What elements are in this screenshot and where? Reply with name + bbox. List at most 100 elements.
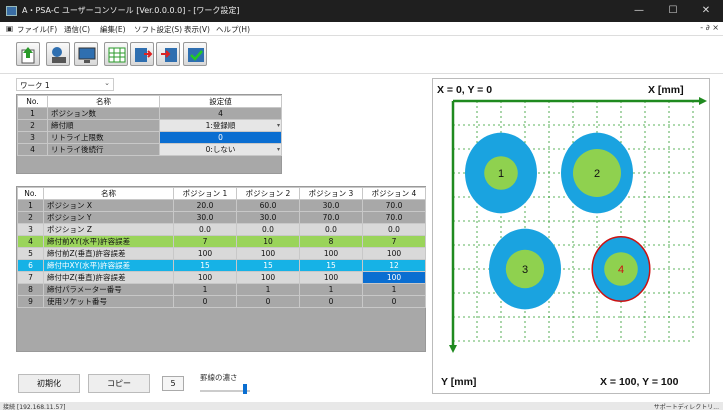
cell-value[interactable]: 70.0 — [299, 211, 363, 224]
work-select[interactable]: ワーク 1 ⌄ — [16, 78, 114, 91]
row-number: 2 — [17, 119, 48, 132]
cell-value[interactable]: 20.0 — [173, 199, 237, 212]
table-row[interactable]: 8 締付パラメーター番号 1 1 1 1 — [17, 283, 426, 296]
left-panel: ワーク 1 ⌄ No. 名称 設定値 1 ポジション数 4 2 締付順 1:登録… — [13, 78, 429, 368]
row-number: 8 — [17, 283, 44, 296]
cell-value[interactable]: 15 — [173, 259, 237, 272]
cell-value[interactable]: 15 — [236, 259, 300, 272]
connect-button[interactable] — [46, 42, 70, 66]
row-number: 3 — [17, 223, 44, 236]
cell-value[interactable]: 100 — [362, 247, 426, 260]
selected-cell[interactable]: 100 — [362, 271, 426, 284]
menu-edit[interactable]: 編集(E) — [100, 24, 126, 35]
table-row[interactable]: 6 締付中XY(水平)許容誤差 15 15 15 12 — [17, 259, 426, 272]
maximize-button[interactable]: ☐ — [660, 3, 686, 19]
cell-value[interactable]: 100 — [299, 271, 363, 284]
grid-button[interactable] — [104, 42, 128, 66]
column-header: ポジション 1 — [173, 187, 237, 200]
cell-value[interactable]: 30.0 — [236, 211, 300, 224]
cell-value[interactable]: 0 — [362, 295, 426, 308]
table-row[interactable]: 7 締付中Z(垂直)許容誤差 100 100 100 100 — [17, 271, 426, 284]
setting-name: ポジション数 — [47, 107, 160, 120]
cell-value[interactable]: 0.0 — [173, 223, 237, 236]
settings-table: No. 名称 設定値 1 ポジション数 4 2 締付順 1:登録順 ▾ 3 リト… — [17, 95, 282, 156]
cell-value[interactable]: 8 — [299, 235, 363, 248]
check-button[interactable] — [183, 42, 207, 66]
grid-density-label: 罫線の濃さ — [200, 373, 238, 382]
row-number: 4 — [17, 143, 48, 156]
table-row[interactable]: 2 締付順 1:登録順 ▾ — [17, 119, 282, 132]
cell-value[interactable]: 60.0 — [236, 199, 300, 212]
cell-value[interactable]: 0 — [236, 295, 300, 308]
position-plot[interactable]: 1 2 3 4 — [433, 79, 709, 393]
table-row[interactable]: 3 ポジション Z 0.0 0.0 0.0 0.0 — [17, 223, 426, 236]
retry-continue-select[interactable]: 0:しない ▾ — [159, 143, 282, 156]
table-row[interactable]: 3 リトライ上限数 0 — [17, 131, 282, 144]
setting-name: 締付順 — [47, 119, 160, 132]
param-name: 締付パラメーター番号 — [43, 283, 174, 296]
position-table: No. 名称 ポジション 1 ポジション 2 ポジション 3 ポジション 4 1… — [17, 187, 426, 308]
cell-value[interactable]: 0 — [299, 295, 363, 308]
cell-value[interactable]: 1 — [236, 283, 300, 296]
export-button[interactable] — [130, 42, 154, 66]
export-icon — [135, 48, 153, 62]
copy-button[interactable]: コピー — [88, 374, 150, 393]
cell-value[interactable]: 7 — [173, 235, 237, 248]
cell-value[interactable]: 10 — [236, 235, 300, 248]
table-row[interactable]: 9 使用ソケット番号 0 0 0 0 — [17, 295, 426, 308]
row-number: 7 — [17, 271, 44, 284]
cell-value[interactable]: 1 — [173, 283, 237, 296]
row-number: 5 — [17, 247, 44, 260]
upload-button[interactable] — [16, 42, 40, 66]
close-button[interactable]: ✕ — [693, 3, 719, 19]
retry-limit-field[interactable]: 0 — [159, 131, 282, 144]
cell-value[interactable]: 100 — [236, 271, 300, 284]
table-row[interactable]: 4 リトライ後続行 0:しない ▾ — [17, 143, 282, 156]
monitor-icon — [78, 47, 96, 63]
cell-value[interactable]: 15 — [299, 259, 363, 272]
mdi-controls[interactable]: - ∂ × — [700, 23, 719, 32]
cell-value[interactable]: 70.0 — [362, 211, 426, 224]
cell-value[interactable]: 30.0 — [173, 211, 237, 224]
cell-value[interactable]: 1 — [362, 283, 426, 296]
menu-help[interactable]: ヘルプ(H) — [216, 24, 250, 35]
cell-value[interactable]: 1 — [299, 283, 363, 296]
cell-value[interactable]: 100 — [173, 247, 237, 260]
initialize-button[interactable]: 初期化 — [18, 374, 80, 393]
cell-value[interactable]: 7 — [362, 235, 426, 248]
param-name: ポジション Z — [43, 223, 174, 236]
cell-value[interactable]: 30.0 — [299, 199, 363, 212]
param-name: 使用ソケット番号 — [43, 295, 174, 308]
cell-value[interactable]: 100 — [299, 247, 363, 260]
menu-view[interactable]: 表示(V) — [184, 24, 210, 35]
slider-thumb[interactable] — [243, 384, 247, 394]
cell-value[interactable]: 100 — [173, 271, 237, 284]
cell-value[interactable]: 70.0 — [362, 199, 426, 212]
row-number: 4 — [17, 235, 44, 248]
monitor-button[interactable] — [74, 42, 98, 66]
column-header: No. — [17, 95, 48, 108]
import-button[interactable] — [156, 42, 180, 66]
cell-value[interactable]: 12 — [362, 259, 426, 272]
menu-comm[interactable]: 通信(C) — [64, 24, 90, 35]
cell-value[interactable]: 0.0 — [236, 223, 300, 236]
cell-value[interactable]: 0 — [173, 295, 237, 308]
minimize-button[interactable]: — — [626, 3, 652, 19]
table-row[interactable]: 5 締付前Z(垂直)許容誤差 100 100 100 100 — [17, 247, 426, 260]
table-row[interactable]: 2 ポジション Y 30.0 30.0 70.0 70.0 — [17, 211, 426, 224]
setting-value[interactable]: 4 — [159, 107, 282, 120]
cell-value[interactable]: 0.0 — [299, 223, 363, 236]
table-row[interactable]: 1 ポジション数 4 — [17, 107, 282, 120]
menu-file[interactable]: ファイル(F) — [17, 24, 57, 35]
cell-value[interactable]: 0.0 — [362, 223, 426, 236]
menu-soft-settings[interactable]: ソフト設定(S) — [134, 24, 182, 35]
status-bar: 接続 [192.168.11.57] サポートディレクトリ... — [0, 402, 723, 410]
connection-status: 接続 [192.168.11.57] — [3, 404, 66, 410]
position-label: 4 — [618, 264, 624, 276]
window-title: A・PSA-C ユーザーコンソール [Ver.0.0.0.0] - [ワーク設定… — [22, 6, 240, 15]
table-row[interactable]: 1 ポジション X 20.0 60.0 30.0 70.0 — [17, 199, 426, 212]
cell-value[interactable]: 100 — [236, 247, 300, 260]
count-field[interactable]: 5 — [162, 376, 184, 391]
tightening-order-select[interactable]: 1:登録順 ▾ — [159, 119, 282, 132]
table-row[interactable]: 4 締付前XY(水平)許容誤差 7 10 8 7 — [17, 235, 426, 248]
